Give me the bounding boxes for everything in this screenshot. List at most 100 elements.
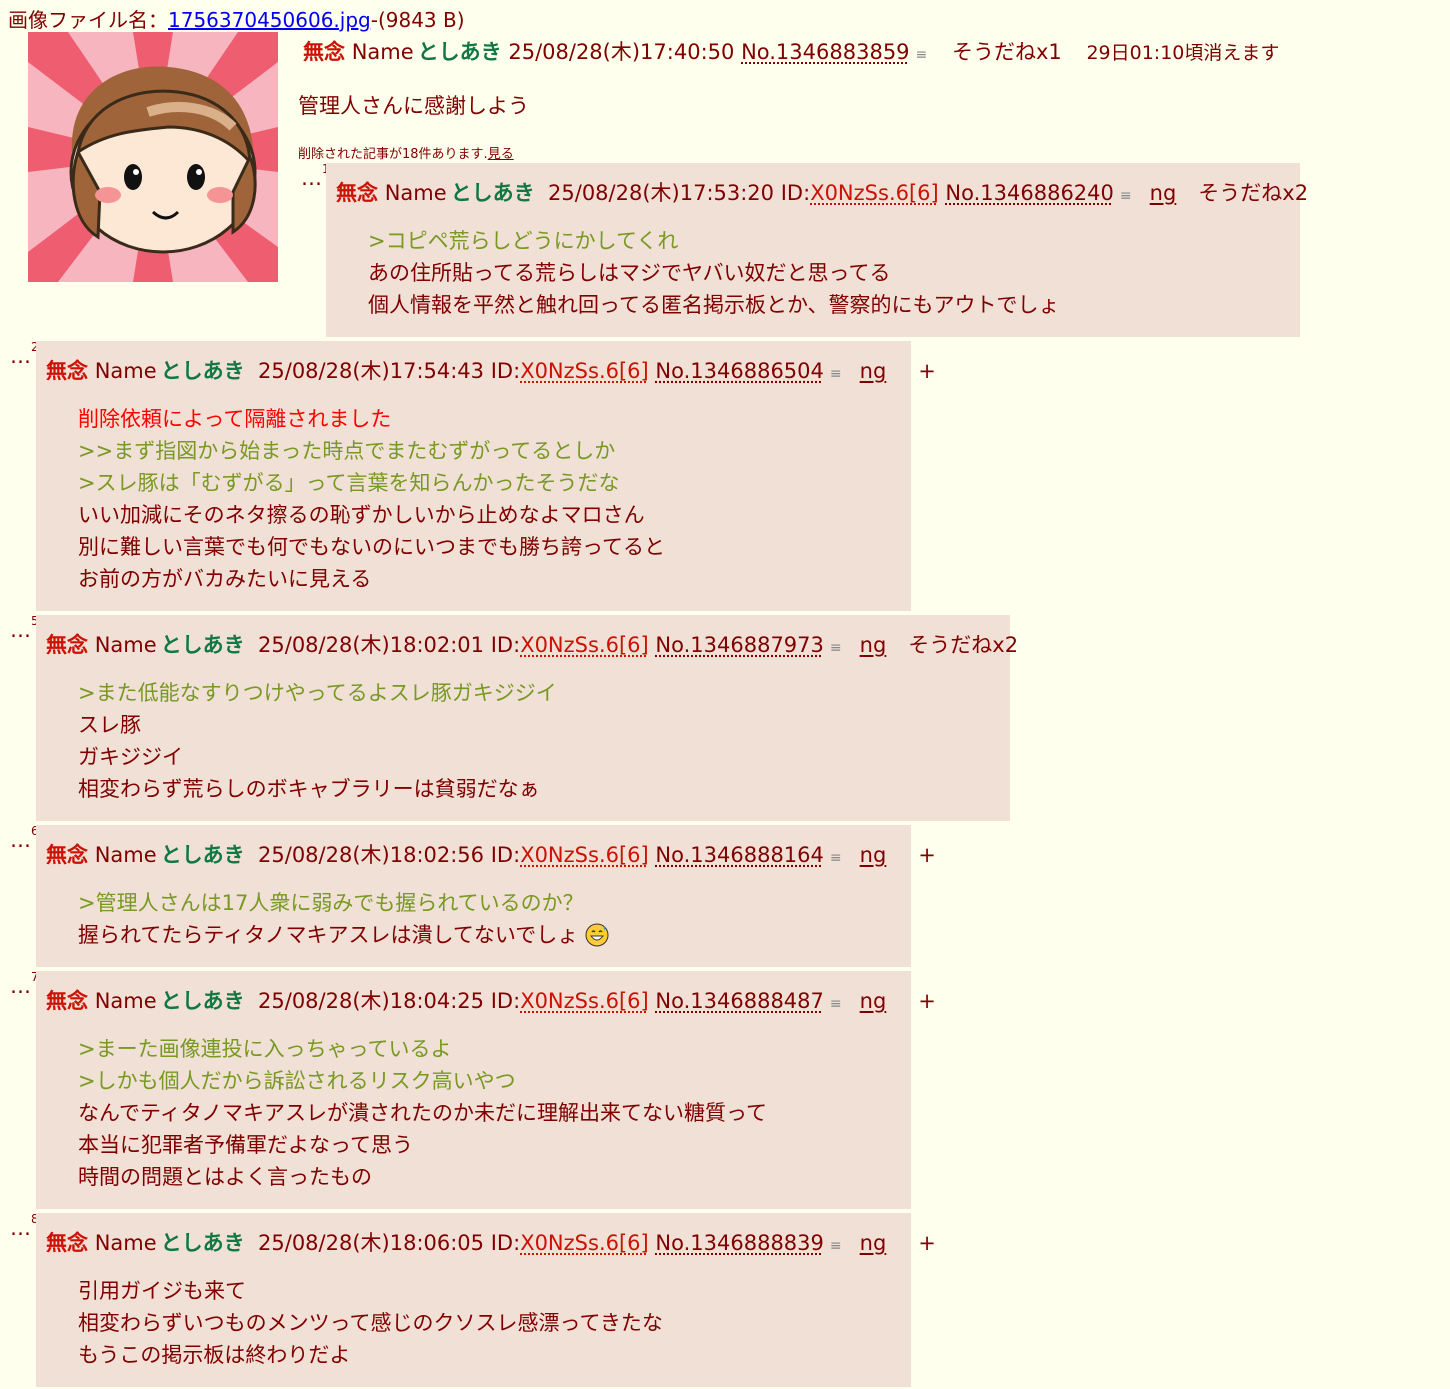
reply-name: としあき <box>160 359 245 383</box>
comment-line-text: 相変わらずいつものメンツって感じのクソスレ感漂ってきたな <box>78 1311 663 1335</box>
reply-header: 無念 Name としあき 25/08/28(木)18:02:56 ID:X0NzS… <box>36 839 936 869</box>
ellipsis-marker: … <box>10 344 31 368</box>
reply-datetime: 25/08/28(木)18:02:56 <box>258 843 485 867</box>
comment-line: 引用ガイジも来て <box>78 1275 911 1307</box>
comment-line-text: いい加減にそのネタ擦るの恥ずかしいから止めなよマロさん <box>78 503 645 527</box>
op-sodane-button[interactable]: そうだねx1 <box>952 40 1062 64</box>
quote-line-text: >コピペ荒らしどうにかしてくれ <box>368 229 679 253</box>
file-info: 画像ファイル名：1756370450606.jpg-(9843 B) <box>8 4 465 33</box>
file-label: 画像ファイル名： <box>8 8 168 32</box>
deleted-posts-text: 削除された記事が18件あります. <box>298 147 488 162</box>
comment-line-text: 引用ガイジも来て <box>78 1279 246 1303</box>
reply-post-number[interactable]: No.1346886504 <box>655 359 823 383</box>
reply-header: 無念 Name としあき 25/08/28(木)18:06:05 ID:X0NzS… <box>36 1227 936 1257</box>
ng-button[interactable]: ng <box>860 359 887 383</box>
list-menu-icon[interactable]: ≡ <box>1120 188 1132 204</box>
list-menu-icon[interactable]: ≡ <box>916 47 928 63</box>
quote-line-text: >また低能なすりつけやってるよスレ豚ガキジジイ <box>78 681 557 705</box>
list-menu-icon[interactable]: ≡ <box>830 366 842 382</box>
comment-line-text: 本当に犯罪者予備軍だよなって思う <box>78 1133 413 1157</box>
list-menu-icon[interactable]: ≡ <box>830 640 842 656</box>
reply-comment: >また低能なすりつけやってるよスレ豚ガキジジイスレ豚ガキジジイ相変わらず荒らしの… <box>36 677 1010 805</box>
file-link[interactable]: 1756370450606.jpg <box>168 8 371 32</box>
reply-header: 無念 Name としあき 25/08/28(木)17:53:20 ID:X0NzS… <box>326 177 1308 207</box>
reply-datetime: 25/08/28(木)18:04:25 <box>258 989 485 1013</box>
comment-line-text: 時間の問題とはよく言ったもの <box>78 1165 372 1189</box>
reply-id[interactable]: X0NzSs.6[6] <box>520 633 649 657</box>
reply-name: としあき <box>160 989 245 1013</box>
list-menu-icon[interactable]: ≡ <box>830 996 842 1012</box>
op-name: としあき <box>417 40 502 64</box>
sodane-button[interactable]: そうだねx2 <box>908 633 1018 657</box>
reply-post: 無念 Name としあき 25/08/28(木)17:54:43 ID:X0NzS… <box>36 341 936 611</box>
comment-line: もうこの掲示板は終わりだよ <box>78 1339 911 1371</box>
reply-header: 無念 Name としあき 25/08/28(木)18:02:01 ID:X0NzS… <box>36 629 1018 659</box>
comment-line: いい加減にそのネタ擦るの恥ずかしいから止めなよマロさん <box>78 499 911 531</box>
reply-post-number[interactable]: No.1346886240 <box>945 181 1113 205</box>
reply-comment: 削除依頼によって隔離されました >>まず指図から始まった時点でまたむずがってるとし… <box>36 403 911 595</box>
reply-name-label: Name <box>384 181 447 205</box>
op-expire-notice: 29日01:10頃消えます <box>1086 42 1280 64</box>
comment-line: あの住所貼ってる荒らしはマジでヤバい奴だと思ってる <box>368 257 1300 289</box>
sodane-button[interactable]: そうだねx2 <box>1198 181 1308 205</box>
reply-id[interactable]: X0NzSs.6[6] <box>810 181 939 205</box>
comment-line-text: ガキジジイ <box>78 745 183 769</box>
reply-comment: >まーた画像連投に入っちゃっているよ >しかも個人だから訴訟されるリスク高いやつな… <box>36 1033 911 1193</box>
sodane-button[interactable]: + <box>918 843 936 867</box>
list-menu-icon[interactable]: ≡ <box>830 1238 842 1254</box>
ng-button[interactable]: ng <box>1150 181 1177 205</box>
reply-id[interactable]: X0NzSs.6[6] <box>520 1231 649 1255</box>
op-comment: 管理人さんに感謝しよう <box>298 94 529 118</box>
comment-line: 相変わらず荒らしのボキャブラリーは貧弱だなぁ <box>78 773 1010 805</box>
quote-line-text: >まーた画像連投に入っちゃっているよ <box>78 1037 452 1061</box>
reply-post-number[interactable]: No.1346887973 <box>655 633 823 657</box>
sodane-button[interactable]: + <box>918 359 936 383</box>
isolation-notice: 削除依頼によって隔離されました <box>78 403 911 435</box>
reply-post-number[interactable]: No.1346888487 <box>655 989 823 1013</box>
reply-post-number[interactable]: No.1346888164 <box>655 843 823 867</box>
ellipsis-marker: … <box>10 1216 31 1240</box>
reply-header: 無念 Name としあき 25/08/28(木)17:54:43 ID:X0NzS… <box>36 355 936 385</box>
reply-post: 無念 Name としあき 25/08/28(木)18:04:25 ID:X0NzS… <box>36 971 936 1209</box>
reply-id-label: ID: <box>490 1231 521 1255</box>
reply-id[interactable]: X0NzSs.6[6] <box>520 843 649 867</box>
sodane-button[interactable]: + <box>918 1231 936 1255</box>
quote-line-text: >しかも個人だから訴訟されるリスク高いやつ <box>78 1069 516 1093</box>
ellipsis-marker: … <box>10 828 31 852</box>
list-menu-icon[interactable]: ≡ <box>830 850 842 866</box>
deleted-posts-note: 削除された記事が18件あります.見る <box>298 143 514 162</box>
reply-datetime: 25/08/28(木)18:06:05 <box>258 1231 485 1255</box>
ng-button[interactable]: ng <box>860 843 887 867</box>
reply-post: 無念 Name としあき 25/08/28(木)17:53:20 ID:X0NzS… <box>326 163 1308 337</box>
comment-line: お前の方がバカみたいに見える <box>78 563 911 595</box>
comment-line: スレ豚 <box>78 709 1010 741</box>
ng-button[interactable]: ng <box>860 633 887 657</box>
reply-post-number[interactable]: No.1346888839 <box>655 1231 823 1255</box>
reply-id[interactable]: X0NzSs.6[6] <box>520 989 649 1013</box>
reply-name: としあき <box>160 633 245 657</box>
comment-line: 握られてたらティタノマキアスレは潰してないでしょ <box>78 919 911 951</box>
op-subject: 無念 <box>303 40 345 64</box>
ellipsis-marker: … <box>10 618 31 642</box>
op-post-number[interactable]: No.1346883859 <box>741 40 909 64</box>
deleted-posts-link[interactable]: 見る <box>488 147 514 162</box>
reply-subject: 無念 <box>46 843 88 867</box>
comment-line: ガキジジイ <box>78 741 1010 773</box>
op-thumbnail[interactable] <box>28 32 278 282</box>
reply-name-label: Name <box>94 633 157 657</box>
quote-line-text: >スレ豚は「むずがる」って言葉を知らんかったそうだな <box>78 471 620 495</box>
reply-subject: 無念 <box>46 633 88 657</box>
reply-id[interactable]: X0NzSs.6[6] <box>520 359 649 383</box>
ellipsis-marker: … <box>301 166 322 190</box>
reply-comment: 引用ガイジも来て相変わらずいつものメンツって感じのクソスレ感漂ってきたな もうこの… <box>36 1275 911 1371</box>
comment-line: なんでティタノマキアスレが潰されたのか未だに理解出来てない糖質って <box>78 1097 911 1129</box>
op-name-label: Name <box>351 40 414 64</box>
reply-subject: 無念 <box>46 359 88 383</box>
sodane-button[interactable]: + <box>918 989 936 1013</box>
reply-subject: 無念 <box>336 181 378 205</box>
ng-button[interactable]: ng <box>860 1231 887 1255</box>
quote-line: >しかも個人だから訴訟されるリスク高いやつ <box>78 1065 911 1097</box>
reply-id-label: ID: <box>490 633 521 657</box>
comment-line-text: もうこの掲示板は終わりだよ <box>78 1343 351 1367</box>
ng-button[interactable]: ng <box>860 989 887 1013</box>
